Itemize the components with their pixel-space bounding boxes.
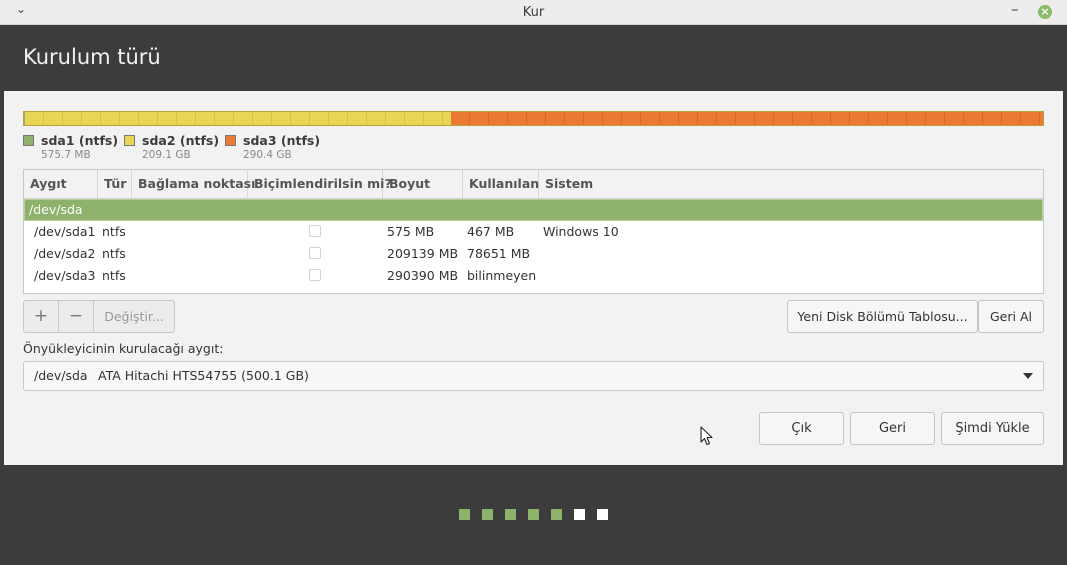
- cell-used: bilinmeyen: [467, 268, 537, 283]
- format-checkbox[interactable]: [309, 225, 321, 237]
- legend-name: sda2 (ntfs): [142, 133, 220, 148]
- cell-size: 209139 MB: [387, 246, 459, 261]
- cell-size: 575 MB: [387, 224, 435, 239]
- quit-button[interactable]: Çık: [759, 412, 844, 445]
- bootloader-device: /dev/sda: [34, 368, 88, 383]
- legend-name: sda3 (ntfs): [243, 133, 321, 148]
- change-partition-button[interactable]: Değiştir...: [94, 301, 174, 332]
- legend-size: 575.7 MB: [41, 149, 91, 161]
- legend-name: sda1 (ntfs): [41, 133, 119, 148]
- main-content: sda1 (ntfs) 575.7 MB sda2 (ntfs) 209.1 G…: [4, 91, 1063, 465]
- format-checkbox[interactable]: [309, 269, 321, 281]
- remove-partition-button[interactable]: −: [59, 301, 93, 332]
- window-titlebar: ⌄ Kur – ×: [0, 0, 1067, 25]
- chevron-down-icon: [1023, 373, 1033, 379]
- format-checkbox[interactable]: [309, 247, 321, 259]
- progress-step-dot: [597, 509, 608, 520]
- progress-step-dot: [528, 509, 539, 520]
- partition-segment-sda3: [451, 112, 1043, 125]
- legend-swatch: [225, 135, 236, 146]
- bootloader-device-select[interactable]: /dev/sda ATA Hitachi HTS54755 (500.1 GB): [23, 361, 1044, 391]
- mouse-cursor-icon: [700, 426, 713, 446]
- column-used[interactable]: Kullanılan: [463, 170, 539, 198]
- bootloader-description: ATA Hitachi HTS54755 (500.1 GB): [98, 368, 309, 383]
- cell-used: 467 MB: [467, 224, 515, 239]
- back-button[interactable]: Geri: [850, 412, 935, 445]
- cell-type: ntfs: [102, 224, 126, 239]
- cell-used: 78651 MB: [467, 246, 531, 261]
- table-row[interactable]: /dev/sda2 ntfs 209139 MB 78651 MB: [24, 243, 1043, 265]
- cell-device: /dev/sda1: [34, 224, 96, 239]
- column-device[interactable]: Aygıt: [24, 170, 98, 198]
- progress-step-dot: [551, 509, 562, 520]
- column-type[interactable]: Tür: [98, 170, 132, 198]
- column-system[interactable]: Sistem: [539, 170, 1043, 198]
- legend-swatch: [124, 135, 135, 146]
- install-now-button[interactable]: Şimdi Yükle: [941, 412, 1044, 445]
- disk-device: /dev/sda: [29, 202, 83, 217]
- partition-bar: [23, 111, 1044, 126]
- bootloader-label: Önyükleyicinin kurulacağı aygıt:: [23, 341, 224, 356]
- partition-table[interactable]: Aygıt Tür Bağlama noktası Biçimlendirils…: [23, 169, 1044, 294]
- table-row[interactable]: /dev/sda1 ntfs 575 MB 467 MB Windows 10: [24, 221, 1043, 243]
- column-format[interactable]: Biçimlendirilsin mi?: [248, 170, 392, 198]
- legend-swatch: [23, 135, 34, 146]
- table-row-disk[interactable]: /dev/sda: [24, 199, 1043, 221]
- close-icon[interactable]: ×: [1038, 5, 1052, 19]
- minimize-icon[interactable]: –: [1011, 0, 1019, 18]
- progress-footer: [4, 465, 1063, 561]
- page-title: Kurulum türü: [23, 45, 161, 69]
- new-partition-table-button[interactable]: Yeni Disk Bölümü Tablosu...: [787, 300, 978, 333]
- partition-edit-group: + − Değiştir...: [23, 300, 175, 333]
- table-header: Aygıt Tür Bağlama noktası Biçimlendirils…: [24, 170, 1043, 199]
- legend-size: 290.4 GB: [243, 149, 292, 161]
- progress-step-dot: [482, 509, 493, 520]
- column-size[interactable]: Boyut: [383, 170, 463, 198]
- progress-step-dot: [574, 509, 585, 520]
- progress-step-dot: [459, 509, 470, 520]
- cell-system: Windows 10: [543, 224, 619, 239]
- table-row[interactable]: /dev/sda3 ntfs 290390 MB bilinmeyen: [24, 265, 1043, 287]
- progress-step-dot: [505, 509, 516, 520]
- column-mount[interactable]: Bağlama noktası: [132, 170, 255, 198]
- add-partition-button[interactable]: +: [24, 301, 58, 332]
- cell-device: /dev/sda3: [34, 268, 96, 283]
- legend-size: 209.1 GB: [142, 149, 191, 161]
- cell-type: ntfs: [102, 268, 126, 283]
- window-title: Kur: [522, 5, 545, 20]
- cell-type: ntfs: [102, 246, 126, 261]
- revert-button[interactable]: Geri Al: [978, 300, 1044, 333]
- partition-segment-sda2: [25, 112, 451, 125]
- cell-device: /dev/sda2: [34, 246, 96, 261]
- page-header: Kurulum türü: [4, 25, 1063, 91]
- cell-size: 290390 MB: [387, 268, 459, 283]
- installer-frame: Kurulum türü sda1 (ntfs) 575.7 MB sda2 (…: [4, 25, 1063, 561]
